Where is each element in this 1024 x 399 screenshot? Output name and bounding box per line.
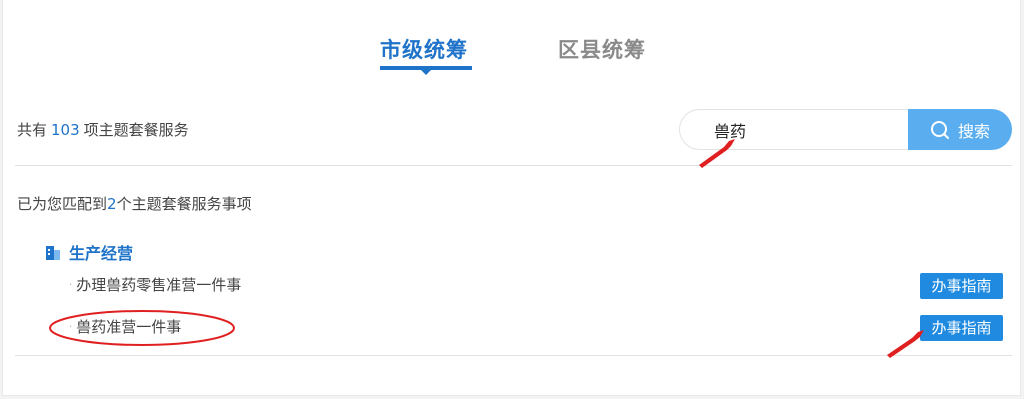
search-button-label: 搜索 (957, 121, 990, 141)
tab-district-level[interactable]: 区县统筹 (558, 34, 646, 64)
service-count-text: 共有 103 项主题套餐服务 (17, 119, 189, 140)
match-count-suffix: 个主题套餐服务事项 (116, 195, 252, 213)
category-title: 生产经营 (69, 244, 134, 263)
active-tab-caret-icon (420, 69, 432, 75)
guide-button[interactable]: 办事指南 (920, 273, 1003, 299)
category-header: 生产经营 (45, 240, 133, 264)
list-item-label: 兽药准营一件事 (76, 318, 182, 336)
search-bar: 搜索 (679, 109, 1012, 150)
guide-button[interactable]: 办事指南 (920, 315, 1003, 341)
search-button[interactable]: 搜索 (908, 109, 1012, 150)
bullet-icon: · (69, 322, 73, 333)
tab-bar: 市级统筹 区县统筹 (3, 34, 1020, 84)
service-count-prefix: 共有 (17, 121, 48, 139)
service-count-suffix: 项主题套餐服务 (83, 121, 189, 139)
list-item[interactable]: · 兽药准营一件事 (69, 316, 181, 337)
divider (15, 165, 1012, 166)
service-count-number: 103 (51, 121, 80, 139)
list-item-label: 办理兽药零售准营一件事 (76, 276, 242, 294)
match-count-text: 已为您匹配到2个主题套餐服务事项 (17, 193, 252, 214)
list-item[interactable]: · 办理兽药零售准营一件事 (69, 274, 241, 295)
search-icon (930, 120, 949, 139)
match-count-prefix: 已为您匹配到 (17, 195, 108, 213)
search-input[interactable] (679, 109, 911, 150)
match-count-number: 2 (107, 195, 117, 213)
building-icon (46, 246, 60, 260)
divider (15, 355, 1012, 356)
tab-city-level[interactable]: 市级统筹 (380, 34, 468, 64)
content-panel: 市级统筹 区县统筹 共有103项主题套餐服务 搜索 已为您匹配到2个主题套餐服务… (2, 0, 1021, 396)
bullet-icon: · (69, 280, 73, 291)
